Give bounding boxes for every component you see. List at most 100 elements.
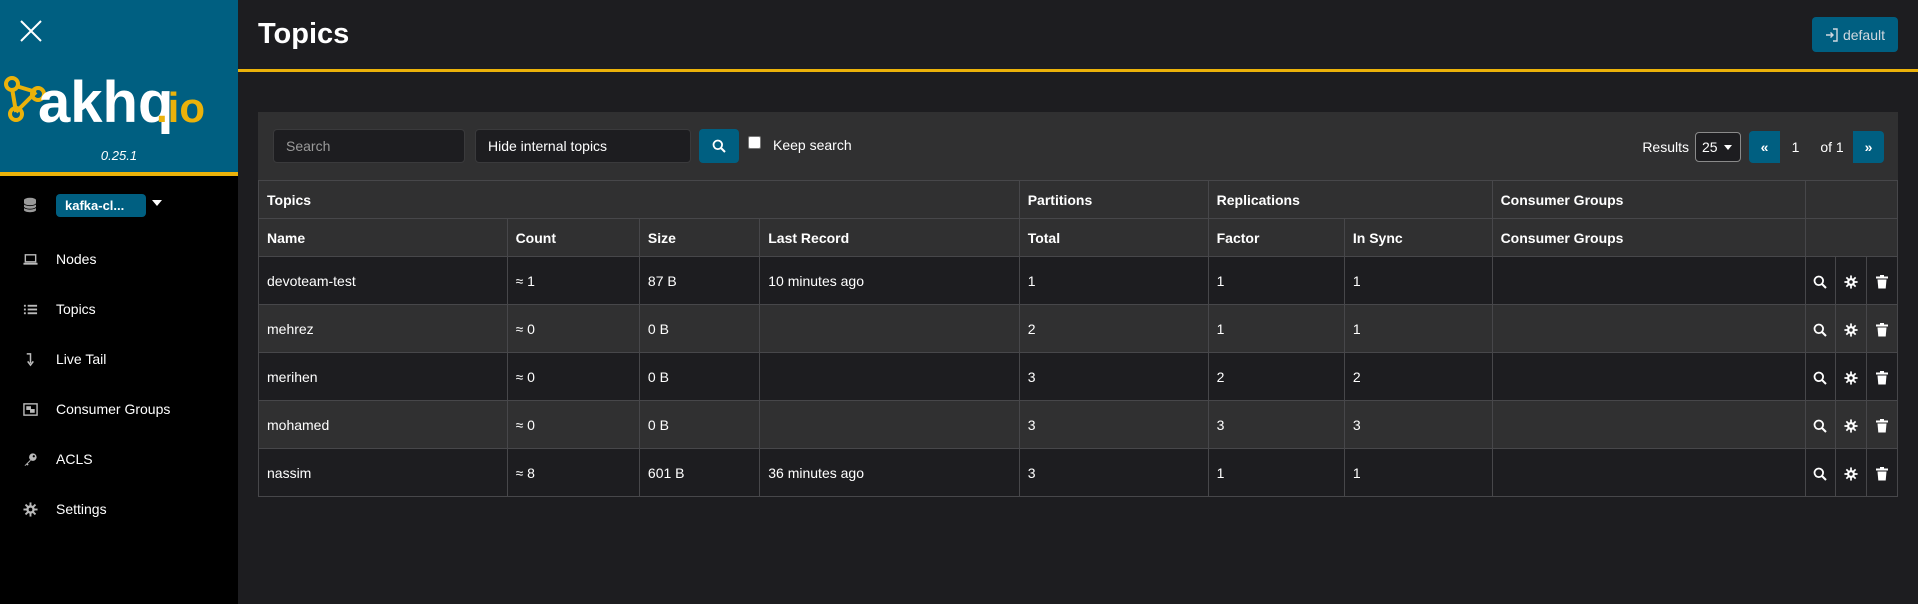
configure-topic-button[interactable] [1835,400,1868,449]
cell-partitions-total: 3 [1018,352,1209,401]
cell-size: 0 B [638,400,761,449]
column-header-name: Name [258,218,508,257]
topic-filter-select[interactable]: Hide internal topics [475,129,691,163]
delete-topic-button[interactable] [1866,400,1898,449]
cell-last-record [759,352,1020,401]
sidebar-item-topics[interactable]: Topics [0,284,238,334]
column-header-total: Total [1018,218,1209,257]
search-icon [1814,323,1828,337]
cell-count: ≈ 0 [506,400,640,449]
login-label: default [1842,26,1885,43]
configure-topic-button[interactable] [1835,352,1868,401]
sidebar-item-live-tail[interactable]: Live Tail [0,334,238,384]
key-icon [23,452,37,466]
configure-topic-button[interactable] [1835,304,1868,353]
keep-search-toggle[interactable]: Keep search [748,135,852,153]
trash-icon [1876,418,1889,433]
list-icon [23,304,37,314]
gear-icon [22,501,38,517]
page-first-button[interactable]: « [1749,131,1780,163]
topics-panel: Hide internal topics Keep search Results… [258,112,1899,497]
table-row[interactable]: mohamed ≈ 0 0 B 3 3 3 [258,400,1898,449]
cell-consumer-groups [1491,352,1806,401]
gear-icon [1844,419,1858,433]
gear-icon [1844,467,1858,481]
cell-last-record: 10 minutes ago [759,256,1020,305]
cell-consumer-groups [1491,304,1806,353]
cell-partitions-total: 3 [1018,400,1209,449]
results-per-page-select[interactable]: 25 [1695,132,1741,162]
page-current[interactable]: 1 [1780,131,1811,163]
view-topic-button[interactable] [1804,304,1837,353]
sidebar-item-acls[interactable]: ACLS [0,434,238,484]
sidebar-item-label: Consumer Groups [56,401,171,417]
page-last-button[interactable]: » [1853,131,1884,163]
level-down-icon [26,352,34,366]
login-button[interactable]: default [1811,17,1898,52]
column-header-in-sync: In Sync [1343,218,1493,257]
cell-replication-factor: 1 [1207,448,1345,497]
keep-search-checkbox[interactable] [748,135,761,149]
cell-name[interactable]: devoteam-test [258,256,508,305]
search-input[interactable] [273,129,465,163]
column-header-consumer-groups: Consumer Groups [1491,218,1806,257]
group-header-consumer-groups: Consumer Groups [1491,180,1806,219]
app-version: 0.25.1 [100,148,138,163]
gear-icon [1844,371,1858,385]
sidebar-item-label: Topics [56,301,96,317]
table-row[interactable]: mehrez ≈ 0 0 B 2 1 1 [258,304,1898,353]
sidebar-item-label: ACLS [56,451,93,467]
sign-in-icon [1825,27,1838,42]
sidebar-nav: Nodes Topics Live Tail Consumer Groups A… [0,234,238,534]
delete-topic-button[interactable] [1866,352,1898,401]
view-topic-button[interactable] [1804,448,1837,497]
view-topic-button[interactable] [1804,400,1837,449]
laptop-icon [22,253,38,265]
cell-in-sync: 1 [1343,304,1493,353]
sidebar-item-settings[interactable]: Settings [0,484,238,534]
cluster-name-badge[interactable]: kafka-cl... [56,193,146,217]
sidebar-item-nodes[interactable]: Nodes [0,234,238,284]
trash-icon [1876,466,1889,481]
view-topic-button[interactable] [1804,256,1837,305]
cluster-selector[interactable]: kafka-cl... [22,192,162,218]
cell-size: 0 B [638,352,761,401]
search-icon [1814,419,1828,433]
cell-partitions-total: 2 [1018,304,1209,353]
close-sidebar-button[interactable] [18,18,44,44]
search-button[interactable] [699,129,739,163]
sidebar-item-label: Nodes [56,251,97,267]
view-topic-button[interactable] [1804,352,1837,401]
cell-in-sync: 1 [1343,448,1493,497]
database-icon [23,197,37,213]
cell-count: ≈ 8 [506,448,640,497]
delete-topic-button[interactable] [1866,304,1898,353]
page-title: Topics [258,18,350,50]
column-header-factor: Factor [1207,218,1345,257]
cell-name[interactable]: nassim [258,448,508,497]
configure-topic-button[interactable] [1835,448,1868,497]
configure-topic-button[interactable] [1835,256,1868,305]
chevron-down-icon[interactable] [152,200,162,206]
group-header-topics: Topics [258,180,1020,219]
cell-consumer-groups [1491,400,1806,449]
object-group-icon [22,402,38,416]
brand-panel: akhq .io 0.25.1 [0,0,238,176]
delete-topic-button[interactable] [1866,448,1898,497]
delete-topic-button[interactable] [1866,256,1898,305]
sidebar-item-consumer-groups[interactable]: Consumer Groups [0,384,238,434]
cell-last-record [759,304,1020,353]
cell-partitions-total: 1 [1018,256,1209,305]
table-row[interactable]: merihen ≈ 0 0 B 3 2 2 [258,352,1898,401]
chevron-down-icon [1723,144,1732,150]
cell-name[interactable]: mohamed [258,400,508,449]
table-row[interactable]: nassim ≈ 8 601 B 36 minutes ago 3 1 1 [258,448,1898,497]
column-header-count: Count [506,218,640,257]
topics-table: Topics Partitions Replications Consumer … [258,180,1899,497]
group-header-partitions: Partitions [1018,180,1209,219]
cell-name[interactable]: merihen [258,352,508,401]
cell-name[interactable]: mehrez [258,304,508,353]
cell-replication-factor: 1 [1207,256,1345,305]
table-row[interactable]: devoteam-test ≈ 1 87 B 10 minutes ago 1 … [258,256,1898,305]
group-header-actions [1804,180,1899,219]
